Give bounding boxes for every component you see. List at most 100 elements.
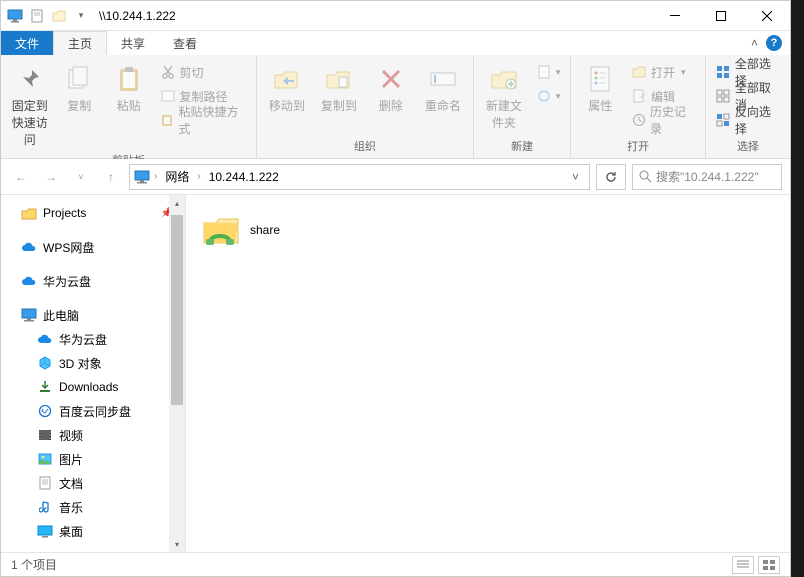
search-placeholder: 搜索"10.244.1.222" [656, 168, 759, 185]
nav-pictures[interactable]: 图片 [1, 447, 185, 471]
tab-share[interactable]: 共享 [107, 31, 159, 55]
ribbon-group-open: 属性 打开▾ 编辑 历史记录 打开 [571, 55, 705, 158]
close-button[interactable] [744, 1, 790, 31]
properties-button[interactable]: 属性 [577, 61, 623, 116]
status-bar: 1 个项目 [1, 552, 790, 576]
nav-documents[interactable]: 文档 [1, 471, 185, 495]
videos-icon [37, 427, 53, 443]
recent-locations-button[interactable]: ˅ [69, 165, 93, 189]
search-icon [639, 170, 652, 183]
nav-downloads[interactable]: Downloads [1, 375, 185, 399]
new-item-icon [536, 64, 552, 80]
easy-access-button[interactable]: ▾ [532, 85, 565, 107]
rename-icon [427, 63, 459, 95]
chevron-right-icon[interactable]: › [152, 171, 159, 182]
new-folder-icon [488, 63, 520, 95]
baidu-sync-icon [37, 403, 53, 419]
copy-to-button[interactable]: 复制到 [315, 61, 363, 116]
paste-icon [113, 63, 145, 95]
computer-icon [21, 307, 37, 323]
maximize-button[interactable] [698, 1, 744, 31]
tab-home[interactable]: 主页 [53, 31, 107, 55]
move-to-button[interactable]: 移动到 [263, 61, 311, 116]
content-pane[interactable]: share [186, 195, 790, 552]
ribbon-tabs: 文件 主页 共享 查看 ˄ ? [1, 31, 790, 55]
ribbon-group-select: 全部选择 全部取消 反向选择 选择 [706, 55, 790, 158]
nav-videos[interactable]: 视频 [1, 423, 185, 447]
qat-properties-icon[interactable] [27, 6, 47, 26]
up-button[interactable]: ↑ [99, 165, 123, 189]
documents-icon [37, 475, 53, 491]
new-folder-button[interactable]: 新建文件夹 [480, 61, 528, 133]
window-title: \\10.244.1.222 [99, 9, 176, 23]
address-dropdown-icon[interactable]: ˅ [566, 170, 585, 184]
paste-button[interactable]: 粘贴 [106, 61, 152, 116]
open-button[interactable]: 打开▾ [627, 61, 699, 83]
nav-huawei-2[interactable]: 华为云盘 [1, 327, 185, 351]
chevron-right-icon[interactable]: › [195, 171, 202, 182]
history-button[interactable]: 历史记录 [627, 109, 699, 131]
tab-view[interactable]: 查看 [159, 31, 211, 55]
nav-desktop[interactable]: 桌面 [1, 519, 185, 543]
item-count: 1 个项目 [11, 556, 57, 573]
back-button[interactable]: ← [9, 165, 33, 189]
nav-projects[interactable]: Projects📌 [1, 201, 185, 225]
nav-scrollbar[interactable]: ▴ ▾ [169, 195, 185, 552]
address-bar[interactable]: › 网络 › 10.244.1.222 ˅ [129, 164, 590, 190]
explorer-window: ▾ \\10.244.1.222 文件 主页 共享 查看 ˄ ? 固定到快速访问 [0, 0, 791, 577]
delete-icon [375, 63, 407, 95]
folder-label: share [250, 223, 280, 237]
help-icon[interactable]: ? [766, 35, 782, 51]
rename-button[interactable]: 重命名 [419, 61, 467, 116]
details-view-button[interactable] [732, 556, 754, 574]
properties-icon [584, 63, 616, 95]
refresh-button[interactable] [596, 164, 626, 190]
delete-button[interactable]: 删除 [367, 61, 415, 116]
folder-icon [21, 205, 37, 221]
cut-icon [160, 64, 176, 80]
nav-wps[interactable]: WPS网盘 [1, 235, 185, 259]
search-input[interactable]: 搜索"10.244.1.222" [632, 164, 782, 190]
icons-view-button[interactable] [758, 556, 780, 574]
forward-button[interactable]: → [39, 165, 63, 189]
scroll-down-icon[interactable]: ▾ [169, 536, 185, 552]
copy-icon [63, 63, 95, 95]
select-all-icon [716, 64, 731, 80]
nav-this-pc[interactable]: 此电脑 [1, 303, 185, 327]
ribbon-group-clipboard: 固定到快速访问 复制 粘贴 剪切 复制路径 粘贴快捷方式 剪贴板 [1, 55, 257, 158]
select-none-icon [716, 88, 731, 104]
app-icon [5, 6, 25, 26]
nav-music[interactable]: 音乐 [1, 495, 185, 519]
scroll-up-icon[interactable]: ▴ [169, 195, 185, 211]
cube-icon [37, 355, 53, 371]
history-icon [631, 112, 646, 128]
qat-dropdown-icon[interactable]: ▾ [71, 6, 91, 26]
nav-3d-objects[interactable]: 3D 对象 [1, 351, 185, 375]
tab-file[interactable]: 文件 [1, 31, 53, 55]
minimize-button[interactable] [652, 1, 698, 31]
copy-path-icon [160, 88, 176, 104]
nav-huawei[interactable]: 华为云盘 [1, 269, 185, 293]
invert-selection-button[interactable]: 反向选择 [712, 109, 784, 131]
cut-button[interactable]: 剪切 [156, 61, 250, 83]
pin-to-quick-access-button[interactable]: 固定到快速访问 [7, 61, 53, 150]
window-controls [652, 1, 790, 31]
address-row: ← → ˅ ↑ › 网络 › 10.244.1.222 ˅ 搜索"10.244.… [1, 159, 790, 195]
new-item-button[interactable]: ▾ [532, 61, 565, 83]
ribbon-group-new: 新建文件夹 ▾ ▾ 新建 [474, 55, 572, 158]
move-to-icon [271, 63, 303, 95]
paste-shortcut-button[interactable]: 粘贴快捷方式 [156, 109, 250, 131]
qat-new-folder-icon[interactable] [49, 6, 69, 26]
breadcrumb-host[interactable]: 10.244.1.222 [205, 165, 283, 189]
ribbon: 固定到快速访问 复制 粘贴 剪切 复制路径 粘贴快捷方式 剪贴板 [1, 55, 790, 159]
open-icon [631, 64, 647, 80]
quick-access-toolbar: ▾ [1, 6, 91, 26]
share-folder-item[interactable]: share [196, 205, 396, 255]
copy-button[interactable]: 复制 [57, 61, 103, 116]
ribbon-group-organize: 移动到 复制到 删除 重命名 组织 [257, 55, 474, 158]
scrollbar-thumb[interactable] [171, 215, 183, 405]
invert-selection-icon [716, 112, 731, 128]
nav-baidu[interactable]: 百度云同步盘 [1, 399, 185, 423]
collapse-ribbon-icon[interactable]: ˄ [751, 36, 758, 50]
breadcrumb-network[interactable]: 网络 [161, 165, 193, 189]
